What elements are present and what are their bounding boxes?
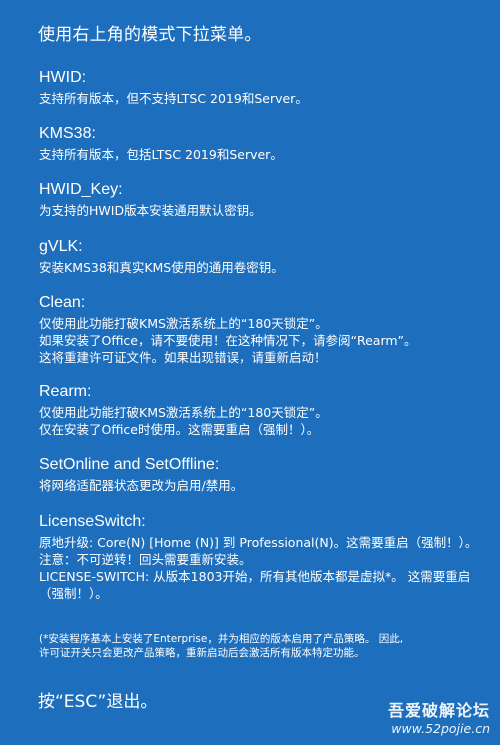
section-title: Rearm: <box>39 383 92 400</box>
section-description: 将网络适配器状态更改为启用/禁用。 <box>39 478 244 493</box>
activation-help-panel: 使用右上角的模式下拉菜单。 HWID: 支持所有版本，但不支持LTSC 2019… <box>0 0 500 745</box>
footnote-line: 许可证开关只会更改产品策略，重新启动后会激活所有版本特定功能。 <box>39 647 365 659</box>
section-title: SetOnline and SetOffline: <box>39 456 220 473</box>
section-description: 仅使用此功能打破KMS激活系统上的“180天锁定”。 <box>39 405 328 420</box>
section-title: gVLK: <box>39 238 83 255</box>
section-gvlk: gVLK: 安装KMS38和真实KMS使用的通用卷密钥。 <box>39 237 479 276</box>
watermark-url: www.52pojie.cn <box>391 721 490 736</box>
section-kms38: KMS38: 支持所有版本，包括LTSC 2019和Server。 <box>39 124 479 163</box>
section-description: 为支持的HWID版本安装通用默认密钥。 <box>39 203 262 218</box>
watermark-title: 吾爱破解论坛 <box>387 701 490 720</box>
section-clean: Clean: 仅使用此功能打破KMS激活系统上的“180天锁定”。 如果安装了O… <box>39 293 479 366</box>
section-title: HWID_Key: <box>39 181 123 198</box>
section-description: 这将重建许可证文件。如果出现错误，请重新启动！ <box>39 350 327 365</box>
section-title: LicenseSwitch: <box>39 513 146 530</box>
section-setonline-setoffline: SetOnline and SetOffline: 将网络适配器状态更改为启用/… <box>39 455 479 494</box>
section-description: 如果安装了Office，请不要使用！在这种情况下，请参阅“Rearm”。 <box>39 333 417 348</box>
section-hwid-key: HWID_Key: 为支持的HWID版本安装通用默认密钥。 <box>39 180 479 219</box>
section-description: 支持所有版本，包括LTSC 2019和Server。 <box>39 147 283 162</box>
intro-text: 使用右上角的模式下拉菜单。 <box>38 25 262 45</box>
section-licenseswitch: LicenseSwitch: 原地升级: Core(N) [Home (N)] … <box>39 512 479 602</box>
section-description: 仅在安装了Office时使用。这需要重启（强制！）。 <box>39 422 320 437</box>
esc-exit-hint: 按“ESC”退出。 <box>38 692 158 712</box>
section-description: 安装KMS38和真实KMS使用的通用卷密钥。 <box>39 260 284 275</box>
section-title: Clean: <box>39 294 86 311</box>
section-description: LICENSE-SWITCH: 从版本1803开始，所有其他版本都是虚拟*。 这… <box>39 569 471 601</box>
footnote: (*安装程序基本上安装了Enterprise，并为相应的版本启用了产品策略。 因… <box>39 632 479 660</box>
section-title: KMS38: <box>39 125 96 142</box>
site-watermark: 吾爱破解论坛 www.52pojie.cn <box>388 701 490 737</box>
section-rearm: Rearm: 仅使用此功能打破KMS激活系统上的“180天锁定”。 仅在安装了O… <box>39 382 479 438</box>
section-title: HWID: <box>39 69 87 86</box>
section-description: 原地升级: Core(N) [Home (N)] 到 Professional(… <box>39 535 478 550</box>
section-hwid: HWID: 支持所有版本，但不支持LTSC 2019和Server。 <box>39 68 479 107</box>
section-description: 支持所有版本，但不支持LTSC 2019和Server。 <box>39 91 308 106</box>
section-description: 仅使用此功能打破KMS激活系统上的“180天锁定”。 <box>39 316 328 331</box>
section-description: 注意：不可逆转！回头需要重新安装。 <box>39 552 252 567</box>
footnote-line: (*安装程序基本上安装了Enterprise，并为相应的版本启用了产品策略。 因… <box>39 633 404 645</box>
